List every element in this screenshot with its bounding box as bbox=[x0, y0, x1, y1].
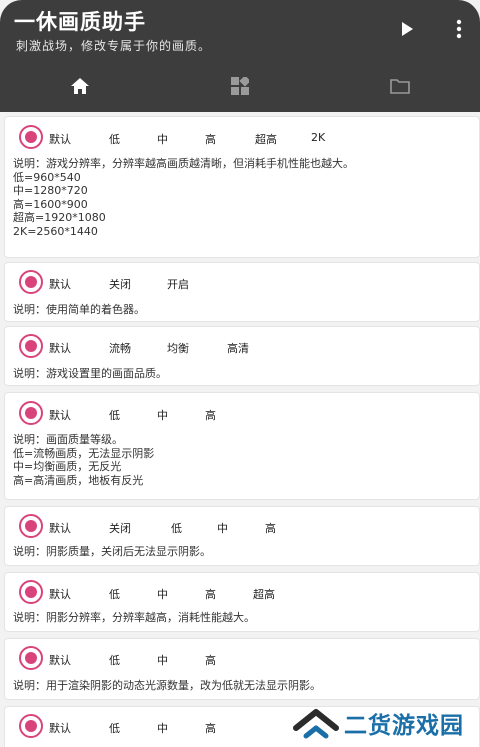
option-default[interactable]: 默认 bbox=[49, 276, 71, 292]
option-low[interactable]: 低 bbox=[109, 407, 120, 423]
card-description: 说明：阴影质量，关闭后无法显示阴影。 bbox=[13, 545, 211, 558]
settings-list[interactable]: 默认 低 中 高 超高 2K 说明：游戏分辨率，分辨率越高画质越清晰，但消耗手机… bbox=[0, 112, 480, 747]
radio-button[interactable] bbox=[19, 514, 43, 538]
card-description: 说明：游戏分辨率，分辨率越高画质越清晰，但消耗手机性能也越大。 低=960*54… bbox=[13, 157, 354, 238]
app-title: 一休画质助手 bbox=[14, 10, 146, 34]
option-default[interactable]: 默认 bbox=[49, 520, 71, 536]
option-default[interactable]: 默认 bbox=[49, 652, 71, 668]
tab-home[interactable] bbox=[0, 60, 160, 112]
watermark: 二货游戏园 bbox=[288, 704, 480, 744]
option-low[interactable]: 低 bbox=[171, 520, 182, 536]
card-graphics-quality: 默认 流畅 均衡 高清 说明：游戏设置里的画面品质。 bbox=[4, 326, 480, 386]
home-icon bbox=[71, 78, 89, 94]
card-description: 说明：使用简单的着色器。 bbox=[13, 303, 145, 316]
option-medium[interactable]: 中 bbox=[157, 586, 168, 602]
option-smooth[interactable]: 流畅 bbox=[109, 340, 131, 356]
folder-icon bbox=[390, 79, 410, 94]
option-medium[interactable]: 中 bbox=[157, 652, 168, 668]
radio-button[interactable] bbox=[19, 334, 43, 358]
card-shadow-quality: 默认 关闭 低 中 高 说明：阴影质量，关闭后无法显示阴影。 bbox=[4, 506, 480, 566]
tab-bar bbox=[0, 60, 480, 112]
option-low[interactable]: 低 bbox=[109, 131, 120, 147]
option-low[interactable]: 低 bbox=[109, 652, 120, 668]
dashboard-icon bbox=[231, 77, 249, 95]
play-icon[interactable] bbox=[398, 20, 416, 38]
option-default[interactable]: 默认 bbox=[49, 340, 71, 356]
radio-button[interactable] bbox=[19, 714, 43, 738]
card-quality-level: 默认 低 中 高 说明：画面质量等级。 低=流畅画质，无法显示阴影 中=均衡画质… bbox=[4, 392, 480, 500]
watermark-text: 二货游戏园 bbox=[344, 713, 464, 739]
option-default[interactable]: 默认 bbox=[49, 407, 71, 423]
radio-button[interactable] bbox=[19, 580, 43, 604]
option-default[interactable]: 默认 bbox=[49, 720, 71, 736]
card-shadow-resolution: 默认 低 中 高 超高 说明：阴影分辨率，分辨率越高，消耗性能越大。 bbox=[4, 572, 480, 632]
tab-dashboard[interactable] bbox=[160, 60, 320, 112]
card-description: 说明：游戏设置里的画面品质。 bbox=[13, 367, 167, 380]
option-low[interactable]: 低 bbox=[109, 586, 120, 602]
option-medium[interactable]: 中 bbox=[157, 407, 168, 423]
option-high[interactable]: 高 bbox=[205, 652, 216, 668]
option-high[interactable]: 高 bbox=[205, 720, 216, 736]
app-subtitle: 刺激战场，修改专属于你的画质。 bbox=[16, 39, 212, 53]
option-high[interactable]: 高 bbox=[205, 586, 216, 602]
option-high[interactable]: 高 bbox=[265, 520, 276, 536]
option-ultra[interactable]: 超高 bbox=[255, 131, 277, 147]
radio-button[interactable] bbox=[19, 270, 43, 294]
option-hd[interactable]: 高清 bbox=[227, 340, 249, 356]
option-medium[interactable]: 中 bbox=[157, 720, 168, 736]
card-description: 说明：阴影分辨率，分辨率越高，消耗性能越大。 bbox=[13, 611, 255, 624]
card-shader: 默认 关闭 开启 说明：使用简单的着色器。 bbox=[4, 262, 480, 322]
option-on[interactable]: 开启 bbox=[167, 276, 189, 292]
more-vert-icon[interactable] bbox=[452, 18, 466, 40]
option-default[interactable]: 默认 bbox=[49, 131, 71, 147]
card-description: 说明：用于渲染阴影的动态光源数量，改为低就无法显示阴影。 bbox=[13, 679, 321, 692]
radio-button[interactable] bbox=[19, 125, 43, 149]
option-medium[interactable]: 中 bbox=[217, 520, 228, 536]
option-ultra[interactable]: 超高 bbox=[253, 586, 275, 602]
option-balanced[interactable]: 均衡 bbox=[167, 340, 189, 356]
watermark-logo-icon bbox=[293, 709, 339, 739]
option-default[interactable]: 默认 bbox=[49, 586, 71, 602]
radio-button[interactable] bbox=[19, 401, 43, 425]
card-dynamic-lights: 默认 低 中 高 说明：用于渲染阴影的动态光源数量，改为低就无法显示阴影。 bbox=[4, 638, 480, 700]
option-high[interactable]: 高 bbox=[205, 131, 216, 147]
card-description: 说明：画面质量等级。 低=流畅画质，无法显示阴影 中=均衡画质，无反光 高=高清… bbox=[13, 433, 155, 487]
card-resolution: 默认 低 中 高 超高 2K 说明：游戏分辨率，分辨率越高画质越清晰，但消耗手机… bbox=[4, 116, 480, 258]
option-high[interactable]: 高 bbox=[205, 407, 216, 423]
option-low[interactable]: 低 bbox=[109, 720, 120, 736]
option-medium[interactable]: 中 bbox=[157, 131, 168, 147]
option-off[interactable]: 关闭 bbox=[109, 520, 131, 536]
radio-button[interactable] bbox=[19, 646, 43, 670]
tab-folder[interactable] bbox=[320, 60, 480, 112]
app-bar: 一休画质助手 刺激战场，修改专属于你的画质。 bbox=[0, 0, 480, 112]
option-2k[interactable]: 2K bbox=[311, 131, 325, 144]
option-off[interactable]: 关闭 bbox=[109, 276, 131, 292]
